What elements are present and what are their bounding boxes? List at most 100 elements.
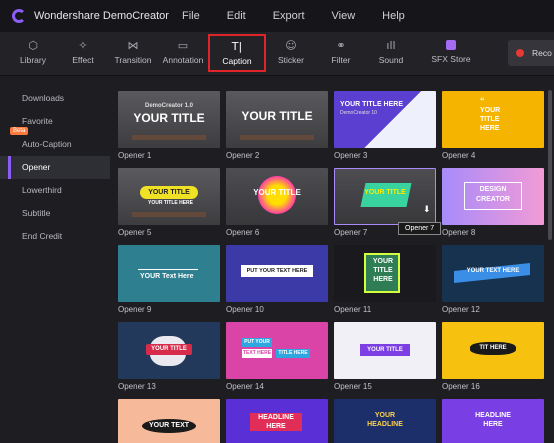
tab-library[interactable]: ⬡ Library (8, 32, 58, 72)
tab-sound[interactable]: ıll Sound (366, 32, 416, 72)
sidebar-item-label: Subtitle (22, 208, 51, 218)
template-card-opener-11[interactable]: YOUR TITLE HERE Opener 11 (334, 245, 436, 314)
download-icon[interactable]: ⬇ (423, 204, 431, 215)
template-card-opener-12[interactable]: YOUR TEXT HERE Opener 12 (442, 245, 544, 314)
template-label: Opener 6 (226, 228, 260, 237)
tab-transition[interactable]: ⋈ Transition (108, 32, 158, 72)
template-thumbnail: YOUR TITLE YOUR TITLE HERE (118, 168, 220, 225)
template-card-opener-1[interactable]: DemoCreator 1.0 YOUR TITLE Opener 1 (118, 91, 220, 160)
template-card-opener-13[interactable]: YOUR TITLE Opener 13 (118, 322, 220, 391)
app-window: Wondershare DemoCreator File Edit Export… (0, 0, 554, 443)
tab-sticker[interactable]: ☺ Sticker (266, 32, 316, 72)
grid-scrollbar[interactable] (548, 90, 552, 240)
template-grid: DemoCreator 1.0 YOUR TITLE Opener 1 YOUR… (110, 77, 554, 443)
sidebar-item-end-credit[interactable]: End Credit (0, 225, 110, 248)
sidebar-item-label: Downloads (22, 93, 65, 103)
tab-transition-label: Transition (114, 55, 152, 65)
record-button[interactable]: Reco (508, 40, 554, 66)
waveform-icon: ıll (386, 39, 396, 52)
sidebar-item-opener[interactable]: Opener (0, 156, 110, 179)
template-card-opener-8[interactable]: DESIGN CREATOR Opener 8 (442, 168, 544, 237)
template-thumbnail: YOUR TEXT (118, 399, 220, 443)
toolbar: ⬡ Library ✧ Effect ⋈ Transition ▭ Annota… (0, 32, 554, 76)
thumb-subtitle: DemoCreator 1.0 (144, 103, 194, 109)
template-label: Opener 2 (226, 151, 260, 160)
template-card-opener-3[interactable]: YOUR TITLE HERE DemoCreator 10 Opener 3 (334, 91, 436, 160)
template-thumbnail: HEADLINE HERE (442, 399, 544, 443)
thumb-subtitle: TITLE HERE (276, 349, 310, 358)
sidebar-item-auto-caption[interactable]: Beta Auto-Caption (0, 127, 110, 156)
thumb-title: YOUR TEXT HERE (466, 268, 520, 274)
thumb-title: HEADLINE HERE (250, 413, 302, 431)
template-label: Opener 15 (334, 382, 372, 391)
template-card-opener-18[interactable]: HEADLINE HERE (226, 399, 328, 443)
sidebar-item-label: Lowerthird (22, 185, 62, 195)
cube-icon: ⬡ (28, 39, 38, 52)
template-label: Opener 16 (442, 382, 480, 391)
sidebar-item-label: End Credit (22, 231, 63, 241)
template-card-opener-10[interactable]: PUT YOUR TEXT HERE Opener 10 (226, 245, 328, 314)
template-thumbnail: YOUR TITLE (226, 168, 328, 225)
thumb-title: YOUR HEADLINE (367, 412, 403, 428)
thumb-title: YOUR TITLE (253, 188, 301, 197)
category-sidebar: Downloads Favorite Beta Auto-Caption Ope… (0, 77, 110, 443)
template-card-opener-2[interactable]: YOUR TITLE Opener 2 (226, 91, 328, 160)
tab-sticker-label: Sticker (278, 55, 304, 65)
template-thumbnail: YOUR TITLE HERE (334, 245, 436, 302)
tab-effect[interactable]: ✧ Effect (58, 32, 108, 72)
sidebar-item-subtitle[interactable]: Subtitle (0, 202, 110, 225)
menu-export[interactable]: Export (273, 10, 305, 22)
thumb-title: YOUR TITLE (146, 344, 192, 355)
tab-effect-label: Effect (72, 55, 94, 65)
thumb-subtitle: DemoCreator 10 (340, 110, 377, 116)
sidebar-item-downloads[interactable]: Downloads (0, 87, 110, 110)
bowtie-icon: ⋈ (127, 39, 139, 52)
template-card-opener-14[interactable]: PUT YOUR TEXT HERE TITLE HERE Opener 14 (226, 322, 328, 391)
record-dot-icon (516, 49, 524, 57)
tab-annotation[interactable]: ▭ Annotation (158, 32, 208, 72)
template-card-opener-20[interactable]: HEADLINE HERE (442, 399, 544, 443)
thumb-title: TIT HERE (470, 342, 516, 355)
template-thumbnail: YOUR TITLE HERE DemoCreator 10 (334, 91, 436, 148)
tab-sfx-store[interactable]: SFX Store (416, 32, 486, 72)
menu-edit[interactable]: Edit (227, 10, 246, 22)
menu-file[interactable]: File (182, 10, 200, 22)
menu-view[interactable]: View (332, 10, 356, 22)
store-icon (446, 40, 456, 50)
template-label: Opener 3 (334, 151, 368, 160)
template-label: Opener 10 (226, 305, 264, 314)
thumb-title: YOUR TITLE HERE (372, 258, 394, 283)
template-label: Opener 4 (442, 151, 476, 160)
template-thumbnail: YOUR TITLE (334, 322, 436, 379)
template-card-opener-4[interactable]: “ YOUR TITLE HERE Opener 4 (442, 91, 544, 160)
template-thumbnail: YOUR HEADLINE (334, 399, 436, 443)
template-label: Opener 13 (118, 382, 156, 391)
sidebar-item-label: Auto-Caption (22, 139, 72, 149)
thumb-title: YOUR TEXT (142, 419, 196, 433)
template-card-opener-15[interactable]: YOUR TITLE Opener 15 (334, 322, 436, 391)
thumb-title: TEXT HERE (242, 349, 272, 358)
magic-wand-icon: ✧ (78, 39, 88, 52)
template-thumbnail: YOUR TEXT HERE (442, 245, 544, 302)
template-thumbnail: YOUR Text Here (118, 245, 220, 302)
sidebar-item-lowerthird[interactable]: Lowerthird (0, 179, 110, 202)
tab-caption[interactable]: T| Caption (208, 34, 266, 72)
menu-help[interactable]: Help (382, 10, 405, 22)
template-card-opener-16[interactable]: TIT HERE Opener 16 (442, 322, 544, 391)
template-label: Opener 9 (118, 305, 152, 314)
thumb-title: YOUR TITLE (133, 111, 205, 125)
democreator-logo-icon (12, 9, 26, 23)
sidebar-item-label: Favorite (22, 116, 53, 126)
template-thumbnail: HEADLINE HERE (226, 399, 328, 443)
template-card-opener-5[interactable]: YOUR TITLE YOUR TITLE HERE Opener 5 (118, 168, 220, 237)
template-label: Opener 8 (442, 228, 476, 237)
template-card-opener-19[interactable]: YOUR HEADLINE (334, 399, 436, 443)
thumb-title: YOUR TITLE HERE (340, 101, 404, 108)
tab-filter[interactable]: ⚭ Filter (316, 32, 366, 72)
template-thumbnail: PUT YOUR TEXT HERE (226, 245, 328, 302)
template-card-opener-17[interactable]: YOUR TEXT (118, 399, 220, 443)
template-card-opener-9[interactable]: YOUR Text Here Opener 9 (118, 245, 220, 314)
template-thumbnail: “ YOUR TITLE HERE (442, 91, 544, 148)
tab-caption-label: Caption (222, 56, 252, 66)
template-card-opener-6[interactable]: YOUR TITLE Opener 6 (226, 168, 328, 237)
